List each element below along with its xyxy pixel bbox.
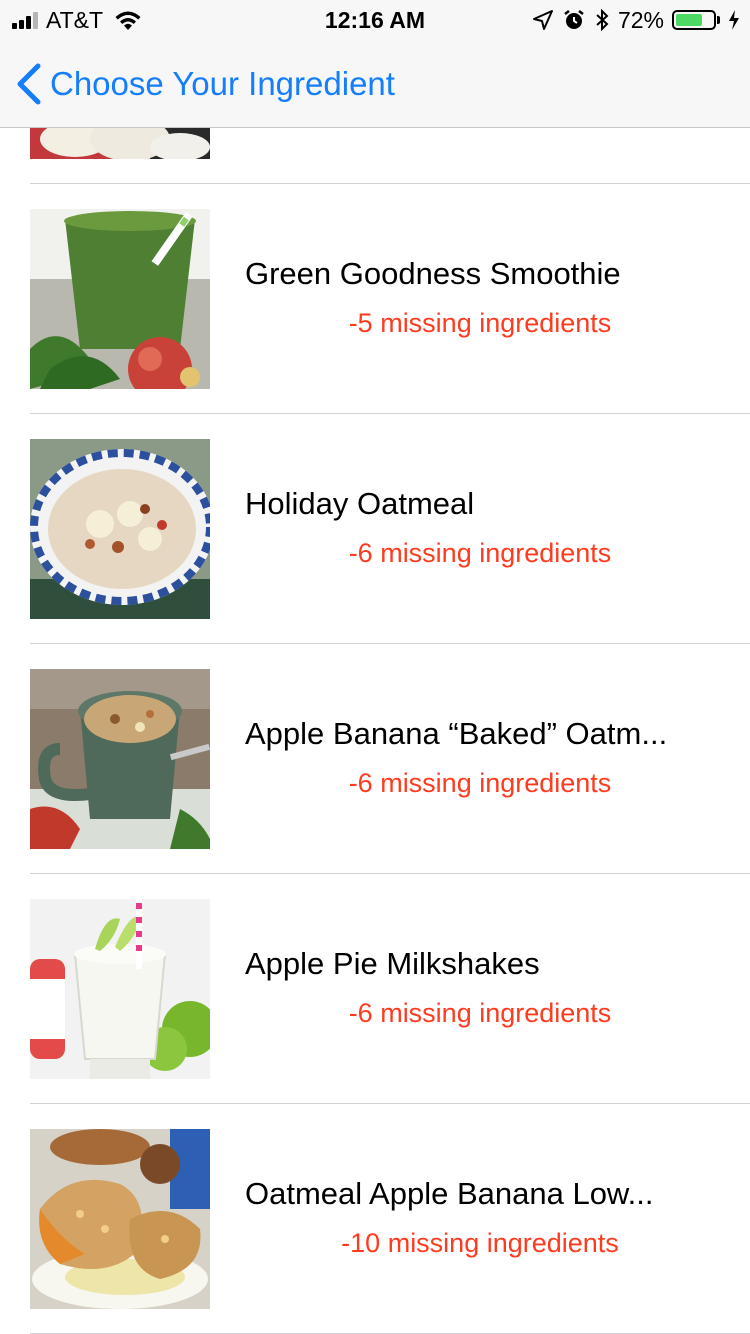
screen: Green Goodness Smoothie -5 missing ingre… — [0, 0, 750, 1334]
recipe-thumbnail — [30, 209, 210, 389]
battery-percent: 72% — [617, 6, 664, 33]
missing-ingredients-label: -6 missing ingredients — [348, 998, 612, 1028]
recipe-title: Apple Pie Milkshakes — [245, 946, 540, 981]
status-bar: AT&T 12:16 AM 72% — [0, 0, 750, 40]
recipe-title: Green Goodness Smoothie — [245, 256, 621, 291]
recipe-thumbnail — [30, 899, 210, 1079]
back-button-label: Choose Your Ingredient — [50, 65, 395, 102]
missing-ingredients-label: -6 missing ingredients — [348, 538, 612, 568]
recipe-row-green-goodness-smoothie[interactable]: Green Goodness Smoothie -5 missing ingre… — [0, 184, 750, 414]
recipe-row-apple-banana-baked-oatmeal[interactable]: Apple Banana “Baked” Oatm... -6 missing … — [0, 644, 750, 874]
recipe-title: Holiday Oatmeal — [245, 486, 475, 521]
battery-level-fill — [676, 14, 702, 26]
recipe-thumbnail — [30, 669, 210, 849]
back-button[interactable]: Choose Your Ingredient — [14, 60, 395, 108]
battery-nub — [717, 16, 720, 24]
missing-ingredients-label: -5 missing ingredients — [348, 308, 612, 338]
alarm-icon — [564, 10, 584, 29]
recipe-row-oatmeal-apple-banana-low[interactable]: Oatmeal Apple Banana Low... -10 missing … — [0, 1104, 750, 1334]
bluetooth-icon — [596, 8, 609, 32]
battery-icon — [672, 10, 716, 30]
recipe-thumbnail — [30, 439, 210, 619]
missing-ingredients-label: -6 missing ingredients — [348, 768, 612, 798]
recipe-title: Oatmeal Apple Banana Low... — [245, 1176, 654, 1211]
recipe-row-apple-pie-milkshakes[interactable]: Apple Pie Milkshakes -6 missing ingredie… — [0, 874, 750, 1104]
recipe-thumbnail — [30, 1129, 210, 1309]
chevron-left-icon — [17, 63, 41, 105]
recipe-title: Apple Banana “Baked” Oatm... — [245, 716, 668, 751]
status-right: 72% — [524, 6, 740, 34]
recipe-row-holiday-oatmeal[interactable]: Holiday Oatmeal -6 missing ingredients — [0, 414, 750, 644]
location-arrow-icon — [532, 10, 553, 30]
navigation-bar: Choose Your Ingredient — [0, 40, 750, 128]
missing-ingredients-label: -10 missing ingredients — [341, 1228, 619, 1258]
charging-bolt-icon — [729, 10, 739, 30]
